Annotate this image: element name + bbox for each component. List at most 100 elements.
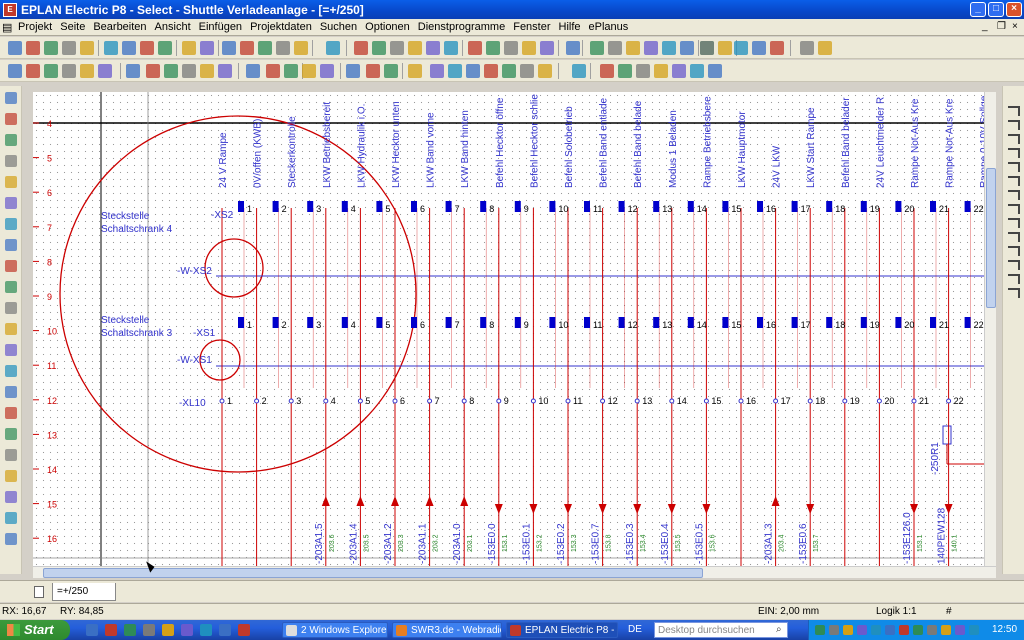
task-webradio[interactable]: SWR3.de - Webradio... (392, 622, 502, 638)
toolbar-tool-icon[interactable] (8, 64, 22, 78)
toolbar-tool-icon[interactable] (734, 41, 748, 55)
toolbar-tool-icon[interactable] (182, 41, 196, 55)
toolbar-tool-icon[interactable] (448, 64, 462, 78)
symbol-tool-icon[interactable] (1008, 260, 1020, 270)
symbol-tool-icon[interactable] (1008, 190, 1020, 200)
symbol-tool-icon[interactable] (1008, 218, 1020, 228)
toolbar-tool-icon[interactable] (158, 41, 172, 55)
menu-einfuegen[interactable]: Einfügen (195, 21, 246, 33)
drawing-tool-icon[interactable] (5, 134, 17, 146)
drawing-tool-icon[interactable] (5, 512, 17, 524)
toolbar-tool-icon[interactable] (26, 64, 40, 78)
symbol-tool-icon[interactable] (1008, 246, 1020, 256)
task-eplan[interactable]: EPLAN Electric P8 - S... (506, 622, 618, 638)
toolbar-tool-icon[interactable] (80, 41, 94, 55)
toolbar-tool-icon[interactable] (708, 64, 722, 78)
quick-launch-icon[interactable] (200, 624, 212, 636)
toolbar-tool-icon[interactable] (504, 41, 518, 55)
drawing-tool-icon[interactable] (5, 344, 17, 356)
toolbar-tool-icon[interactable] (408, 64, 422, 78)
toolbar-tool-icon[interactable] (276, 41, 290, 55)
drawing-tool-icon[interactable] (5, 407, 17, 419)
toolbar-tool-icon[interactable] (538, 64, 552, 78)
symbol-tool-icon[interactable] (1008, 176, 1020, 186)
quick-launch-icon[interactable] (124, 624, 136, 636)
toolbar-tool-icon[interactable] (218, 64, 232, 78)
toolbar-tool-icon[interactable] (426, 41, 440, 55)
quick-launch-icon[interactable] (219, 624, 231, 636)
toolbar-tool-icon[interactable] (520, 64, 534, 78)
tray-icon[interactable] (829, 625, 839, 635)
toolbar-tool-icon[interactable] (590, 41, 604, 55)
toolbar-tool-icon[interactable] (502, 64, 516, 78)
menu-bearbeiten[interactable]: Bearbeiten (89, 21, 150, 33)
drawing-tool-icon[interactable] (5, 218, 17, 230)
toolbar-tool-icon[interactable] (626, 41, 640, 55)
toolbar-tool-icon[interactable] (690, 64, 704, 78)
symbol-tool-icon[interactable] (1008, 204, 1020, 214)
drawing-tool-icon[interactable] (5, 365, 17, 377)
drawing-tool-icon[interactable] (5, 176, 17, 188)
toolbar-tool-icon[interactable] (44, 41, 58, 55)
task-windows-explorer[interactable]: 2 Windows Explorer (282, 622, 388, 638)
toolbar-tool-icon[interactable] (62, 64, 76, 78)
schematic-svg[interactable]: 45678910111213141516 24 V Rampe 0V/offen … (33, 92, 984, 566)
quick-launch-icon[interactable] (181, 624, 193, 636)
toolbar-tool-icon[interactable] (294, 41, 308, 55)
tray-icon[interactable] (969, 625, 979, 635)
close-button[interactable]: × (1006, 2, 1022, 17)
toolbar-tool-icon[interactable] (468, 41, 482, 55)
menu-dienstprogramme[interactable]: Dienstprogramme (414, 21, 509, 33)
tray-icon[interactable] (955, 625, 965, 635)
document-icon[interactable]: ▤ (0, 21, 14, 34)
toolbar-tool-icon[interactable] (326, 41, 340, 55)
toolbar-tool-icon[interactable] (644, 41, 658, 55)
tray-icon[interactable] (871, 625, 881, 635)
drawing-tool-icon[interactable] (5, 491, 17, 503)
symbol-tool-icon[interactable] (1008, 288, 1020, 298)
tray-icon[interactable] (913, 625, 923, 635)
horizontal-scrollbar[interactable] (33, 566, 996, 578)
toolbar-tool-icon[interactable] (408, 41, 422, 55)
maximize-button[interactable]: □ (988, 2, 1004, 17)
toolbar-tool-icon[interactable] (44, 64, 58, 78)
toolbar-tool-icon[interactable] (346, 64, 360, 78)
menu-projektdaten[interactable]: Projektdaten (246, 21, 316, 33)
desktop-search-input[interactable]: Desktop durchsuchen (654, 622, 788, 638)
tray-icon[interactable] (941, 625, 951, 635)
horizontal-scroll-thumb[interactable] (43, 568, 703, 578)
drawing-tool-icon[interactable] (5, 197, 17, 209)
toolbar-tool-icon[interactable] (466, 64, 480, 78)
drawing-tool-icon[interactable] (5, 428, 17, 440)
start-button[interactable]: Start (0, 620, 70, 640)
drawing-tool-icon[interactable] (5, 323, 17, 335)
toolbar-tool-icon[interactable] (818, 41, 832, 55)
toolbar-tool-icon[interactable] (200, 41, 214, 55)
toolbar-tool-icon[interactable] (320, 64, 334, 78)
menu-seite[interactable]: Seite (56, 21, 89, 33)
toolbar-tool-icon[interactable] (572, 64, 586, 78)
toolbar-tool-icon[interactable] (200, 64, 214, 78)
toolbar-tool-icon[interactable] (636, 64, 650, 78)
quick-launch-icon[interactable] (105, 624, 117, 636)
drawing-tool-icon[interactable] (5, 92, 17, 104)
symbol-tool-icon[interactable] (1008, 106, 1020, 116)
toolbar-tool-icon[interactable] (140, 41, 154, 55)
toolbar-tool-icon[interactable] (618, 64, 632, 78)
toolbar-tool-icon[interactable] (354, 41, 368, 55)
menu-suchen[interactable]: Suchen (316, 21, 361, 33)
symbol-tool-icon[interactable] (1008, 162, 1020, 172)
toolbar-tool-icon[interactable] (246, 64, 260, 78)
toolbar-tool-icon[interactable] (390, 41, 404, 55)
drawing-tool-icon[interactable] (5, 386, 17, 398)
symbol-tool-icon[interactable] (1008, 148, 1020, 158)
toolbar-tool-icon[interactable] (654, 64, 668, 78)
tray-icon[interactable] (843, 625, 853, 635)
tray-icon[interactable] (857, 625, 867, 635)
menu-projekt[interactable]: Projekt (14, 21, 56, 33)
toolbar-tool-icon[interactable] (718, 41, 732, 55)
toolbar-tool-icon[interactable] (98, 64, 112, 78)
mdi-restore-icon[interactable]: ❐ (993, 21, 1006, 33)
drawing-tool-icon[interactable] (5, 302, 17, 314)
tray-icon[interactable] (899, 625, 909, 635)
